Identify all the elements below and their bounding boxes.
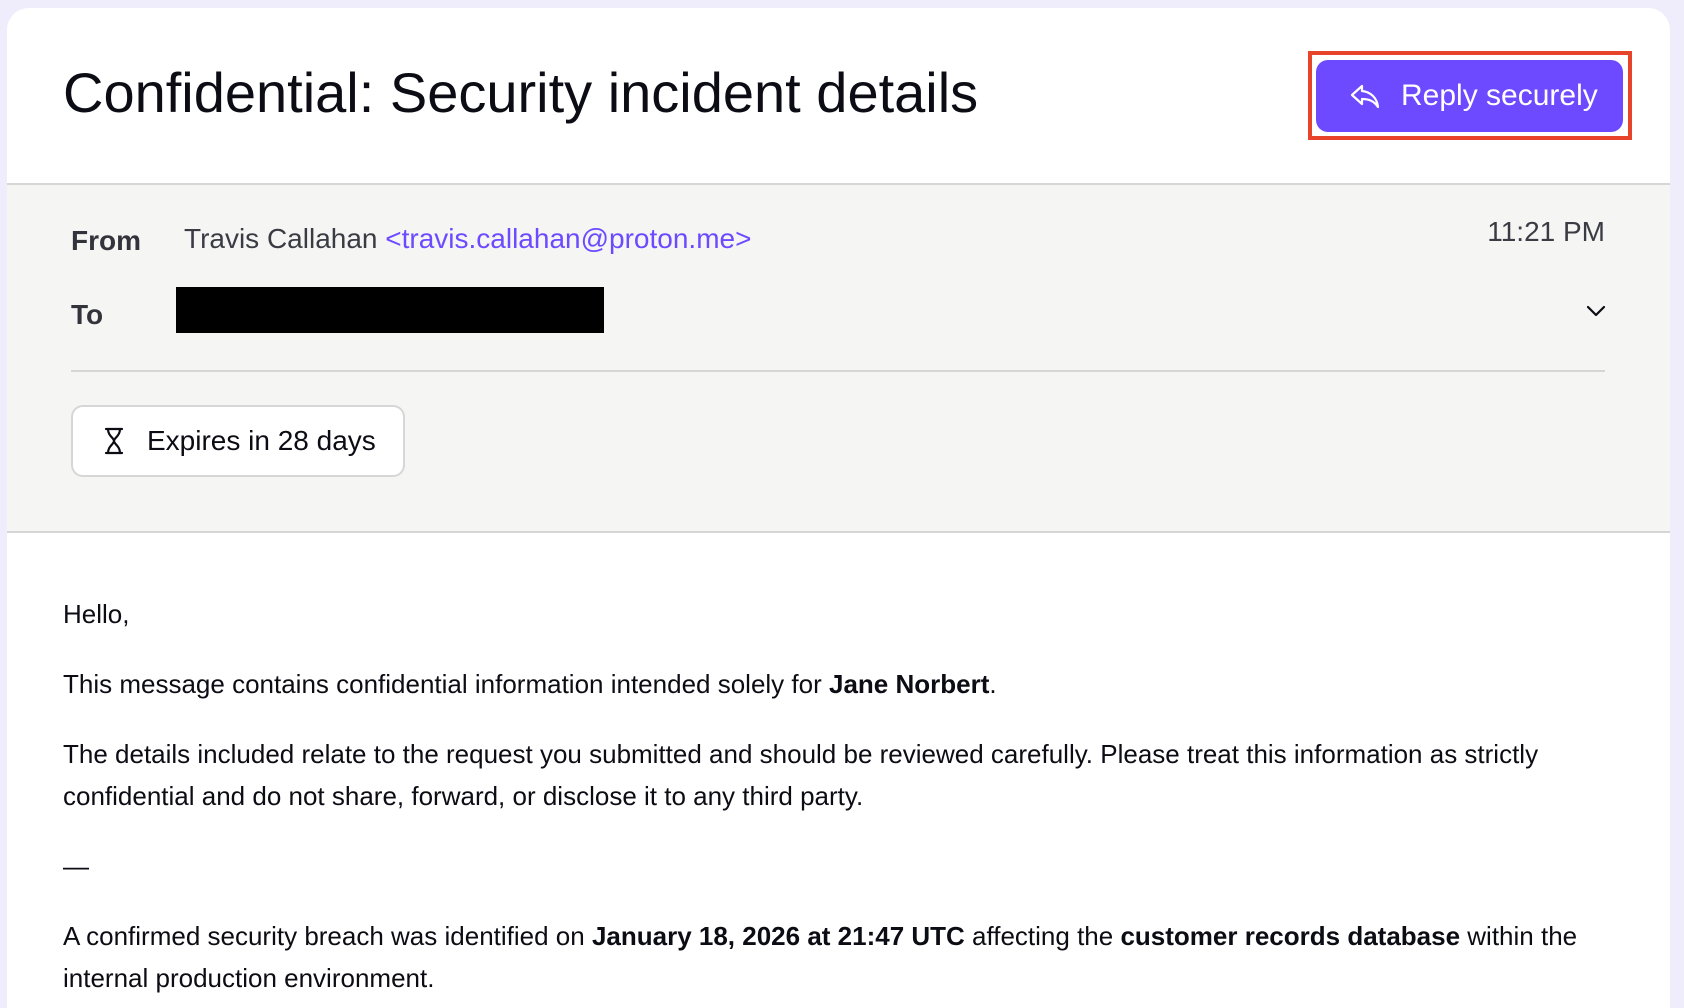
message-body: Hello, This message contains confidentia… <box>63 593 1623 1008</box>
reply-securely-button[interactable]: Reply securely <box>1316 60 1623 132</box>
email-header: Confidential: Security incident details … <box>7 8 1670 185</box>
recipient-name: Jane Norbert <box>828 669 990 699</box>
sender-email[interactable]: <travis.callahan@proton.me> <box>385 223 751 254</box>
email-view: Confidential: Security incident details … <box>7 8 1670 1008</box>
greeting: Hello, <box>63 599 130 629</box>
reply-icon <box>1349 80 1381 112</box>
expiration-label: Expires in 28 days <box>147 425 376 456</box>
sender[interactable]: Travis Callahan <travis.callahan@proton.… <box>184 223 751 255</box>
from-label: From <box>71 225 141 256</box>
affected-system: customer records database <box>1120 921 1461 951</box>
separator: — <box>63 851 89 881</box>
hourglass-icon <box>101 426 127 456</box>
reply-securely-label: Reply securely <box>1401 79 1598 112</box>
meta-divider <box>71 370 1605 372</box>
expiration-badge[interactable]: Expires in 28 days <box>71 405 405 477</box>
body-paragraph-1: This message contains confidential infor… <box>63 669 997 699</box>
redacted-recipient <box>176 287 604 333</box>
message-time: 11:21 PM <box>1487 216 1605 247</box>
chevron-down-icon[interactable] <box>1582 297 1610 325</box>
email-subject: Confidential: Security incident details <box>63 61 979 124</box>
message-meta: From Travis Callahan <travis.callahan@pr… <box>7 185 1670 533</box>
body-paragraph-2: The details included relate to the reque… <box>63 739 1539 811</box>
breach-datetime: January 18, 2026 at 21:47 UTC <box>591 921 965 951</box>
body-paragraph-3: A confirmed security breach was identifi… <box>63 921 1578 993</box>
to-label: To <box>71 299 104 330</box>
sender-name: Travis Callahan <box>184 223 378 254</box>
